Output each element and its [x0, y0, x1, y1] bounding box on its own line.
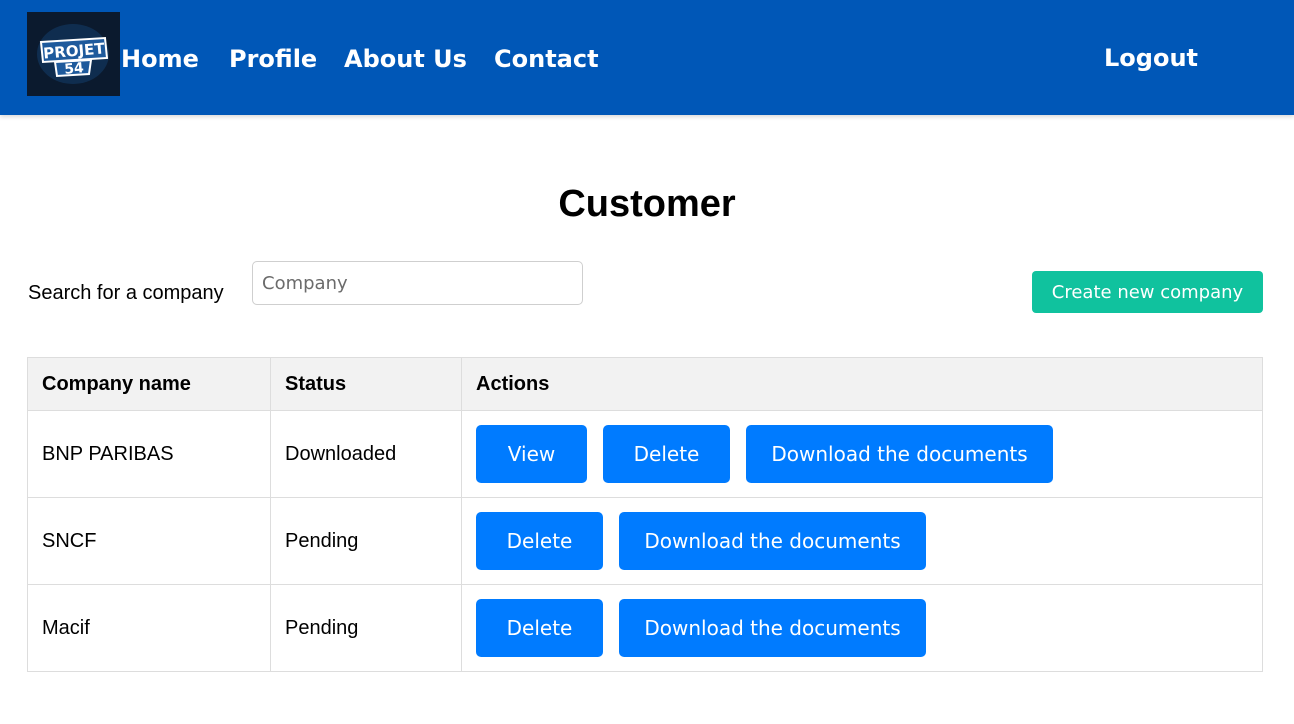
- status-cell: Downloaded: [270, 410, 462, 498]
- download-documents-button[interactable]: Download the documents: [746, 425, 1053, 483]
- nav-link-about-us[interactable]: About Us: [344, 43, 467, 75]
- top-navbar: PROJET 54 Home Profile About Us Contact …: [0, 0, 1294, 115]
- actions-cell: View Delete Download the documents: [461, 410, 1263, 498]
- nav-link-profile[interactable]: Profile: [229, 43, 317, 75]
- download-documents-button[interactable]: Download the documents: [619, 599, 926, 657]
- projet-54-logo[interactable]: PROJET 54: [27, 12, 120, 96]
- nav-link-contact[interactable]: Contact: [494, 43, 599, 75]
- create-new-company-button[interactable]: Create new company: [1032, 271, 1263, 313]
- status-cell: Pending: [270, 584, 462, 672]
- view-button[interactable]: View: [476, 425, 587, 483]
- logout-link[interactable]: Logout: [1104, 42, 1198, 74]
- company-search-input[interactable]: [252, 261, 583, 305]
- status-cell: Pending: [270, 497, 462, 585]
- search-label: Search for a company: [28, 282, 224, 304]
- nav-link-home[interactable]: Home: [121, 43, 199, 75]
- company-name-cell: BNP PARIBAS: [27, 410, 271, 498]
- logo-badge-icon: PROJET 54: [27, 12, 120, 96]
- delete-button[interactable]: Delete: [476, 512, 603, 570]
- actions-cell: Delete Download the documents: [461, 584, 1263, 672]
- column-header-company-name: Company name: [27, 357, 271, 411]
- table-row: Macif Pending Delete Download the documen…: [27, 584, 1263, 672]
- company-name-cell: SNCF: [27, 497, 271, 585]
- actions-cell: Delete Download the documents: [461, 497, 1263, 585]
- column-header-actions: Actions: [461, 357, 1263, 411]
- table-row: SNCF Pending Delete Download the document…: [27, 497, 1263, 585]
- delete-button[interactable]: Delete: [603, 425, 730, 483]
- table-row: BNP PARIBAS Downloaded View Delete Downloa…: [27, 410, 1263, 498]
- delete-button[interactable]: Delete: [476, 599, 603, 657]
- companies-table: Company name Status Actions BNP PARIBAS …: [27, 357, 1263, 672]
- company-name-cell: Macif: [27, 584, 271, 672]
- page-title: Customer: [558, 183, 736, 225]
- table-header-row: Company name Status Actions: [27, 357, 1263, 411]
- svg-text:54: 54: [64, 60, 85, 78]
- column-header-status: Status: [270, 357, 462, 411]
- download-documents-button[interactable]: Download the documents: [619, 512, 926, 570]
